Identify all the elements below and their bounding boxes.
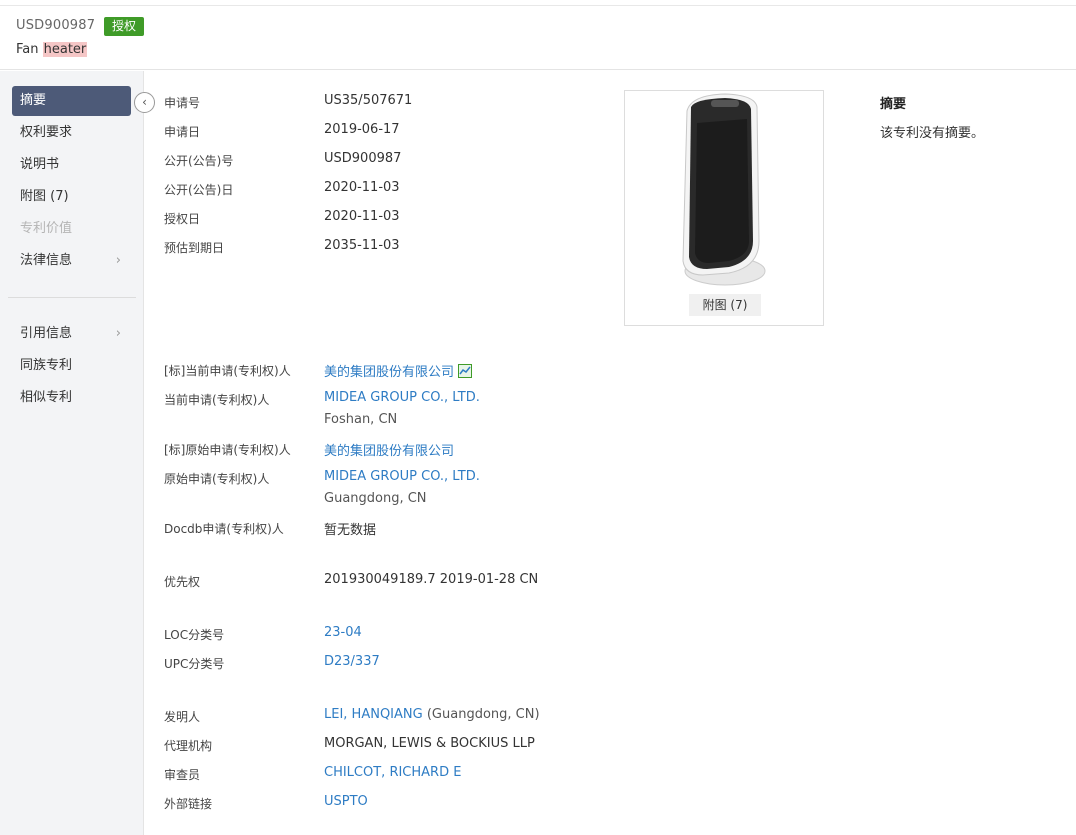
chevron-right-icon: ›	[115, 253, 121, 268]
sidebar-item-label: 摘要	[20, 93, 47, 108]
inventor-location: (Guangdong, CN)	[422, 707, 540, 722]
patent-title: Fan heater	[16, 42, 88, 57]
sidebar-item-figures[interactable]: 附图 (7)	[12, 182, 131, 212]
agency: MORGAN, LEWIS & BOCKIUS LLP	[324, 736, 535, 751]
figure-caption: 附图 (7)	[689, 294, 761, 316]
inventor[interactable]: LEI, HANQIANG	[324, 707, 423, 722]
sidebar-item-abstract[interactable]: 摘要	[12, 86, 131, 116]
original-applicant[interactable]: MIDEA GROUP CO., LTD.	[324, 469, 480, 484]
grant-date: 2020-11-03	[324, 209, 400, 224]
agency-label: 代理机构	[164, 739, 213, 753]
figure-thumbnail[interactable]: 附图 (7)	[624, 90, 824, 326]
publication-number-value: USD900987	[324, 151, 402, 166]
original-applicant-label: 原始申请(专利权)人	[164, 472, 270, 486]
current-applicant-location: Foshan, CN	[324, 412, 398, 427]
sidebar-item-similar[interactable]: 相似专利	[12, 383, 131, 413]
company-chart-icon[interactable]	[458, 364, 473, 378]
sidebar-item-claims[interactable]: 权利要求	[12, 118, 131, 148]
loc-class-label: LOC分类号	[164, 628, 225, 642]
expiry-date: 2035-11-03	[324, 238, 400, 253]
inventor-row: LEI, HANQIANG (Guangdong, CN)	[324, 707, 540, 722]
sidebar-item-value: 专利价值	[12, 214, 131, 244]
patent-header: USD900987 授权 Fan heater	[0, 7, 1076, 70]
inventor-label: 发明人	[164, 710, 201, 724]
sidebar-item-label: 专利价值	[20, 221, 73, 236]
application-number: US35/507671	[324, 93, 413, 108]
abstract-title: 摘要	[880, 97, 907, 112]
sidebar-item-citations[interactable]: 引用信息 ›	[12, 319, 131, 349]
sidebar-item-legal[interactable]: 法律信息 ›	[12, 246, 131, 276]
priority-value: 201930049189.7 2019-01-28 CN	[324, 572, 539, 587]
external-link-label: 外部链接	[164, 797, 213, 811]
application-date: 2019-06-17	[324, 122, 400, 137]
sidebar-item-label: 引用信息	[20, 326, 73, 341]
std-original-applicant-label: [标]原始申请(专利权)人	[164, 443, 291, 457]
original-applicant-location: Guangdong, CN	[324, 491, 427, 506]
chevron-right-icon: ›	[115, 326, 121, 341]
publication-number: USD900987	[16, 18, 96, 33]
current-applicant-label: 当前申请(专利权)人	[164, 393, 270, 407]
sidebar-item-label: 附图 (7)	[20, 189, 69, 204]
examiner[interactable]: CHILCOT, RICHARD E	[324, 765, 461, 780]
std-current-applicant-label: [标]当前申请(专利权)人	[164, 364, 291, 378]
upc-class[interactable]: D23/337	[324, 654, 380, 669]
status-badge: 授权	[104, 17, 145, 36]
publication-number-label: 公开(公告)号	[164, 154, 234, 168]
application-number-label: 申请号	[164, 96, 201, 110]
upc-class-label: UPC分类号	[164, 657, 225, 671]
sidebar-item-label: 权利要求	[20, 125, 73, 140]
publication-date-label: 公开(公告)日	[164, 183, 234, 197]
external-link[interactable]: USPTO	[324, 794, 368, 809]
std-current-applicant: 美的集团股份有限公司	[324, 365, 455, 380]
std-current-applicant-link[interactable]: 美的集团股份有限公司	[324, 361, 473, 380]
grant-date-label: 授权日	[164, 212, 201, 226]
loc-class[interactable]: 23-04	[324, 625, 362, 640]
sidebar-item-label: 相似专利	[20, 390, 73, 405]
sidebar-item-label: 同族专利	[20, 358, 73, 373]
expiry-date-label: 预估到期日	[164, 241, 225, 255]
docdb-applicant: 暂无数据	[324, 523, 377, 538]
sidebar-item-family[interactable]: 同族专利	[12, 351, 131, 381]
sidebar-item-label: 法律信息	[20, 253, 73, 268]
docdb-applicant-label: Docdb申请(专利权)人	[164, 522, 284, 536]
application-date-label: 申请日	[164, 125, 201, 139]
examiner-label: 审查员	[164, 768, 201, 782]
top-strip	[0, 0, 1076, 6]
title-prefix: Fan	[16, 42, 43, 57]
priority-label: 优先权	[164, 575, 201, 589]
current-applicant[interactable]: MIDEA GROUP CO., LTD.	[324, 390, 480, 405]
sidebar-nav: 摘要 权利要求 说明书 附图 (7) 专利价值 法律信息 › 引用信息 › 同族专利…	[0, 71, 144, 835]
title-highlight: heater	[42, 42, 88, 57]
collapse-sidebar-button[interactable]: ‹	[134, 92, 155, 113]
abstract-text: 该专利没有摘要。	[880, 126, 985, 141]
publication-date: 2020-11-03	[324, 180, 400, 195]
chevron-left-icon: ‹	[142, 95, 147, 109]
sidebar-divider	[8, 297, 136, 298]
sidebar-item-description[interactable]: 说明书	[12, 150, 131, 180]
sidebar-item-label: 说明书	[20, 157, 60, 172]
std-original-applicant[interactable]: 美的集团股份有限公司	[324, 440, 454, 459]
heater-drawing	[682, 93, 766, 286]
